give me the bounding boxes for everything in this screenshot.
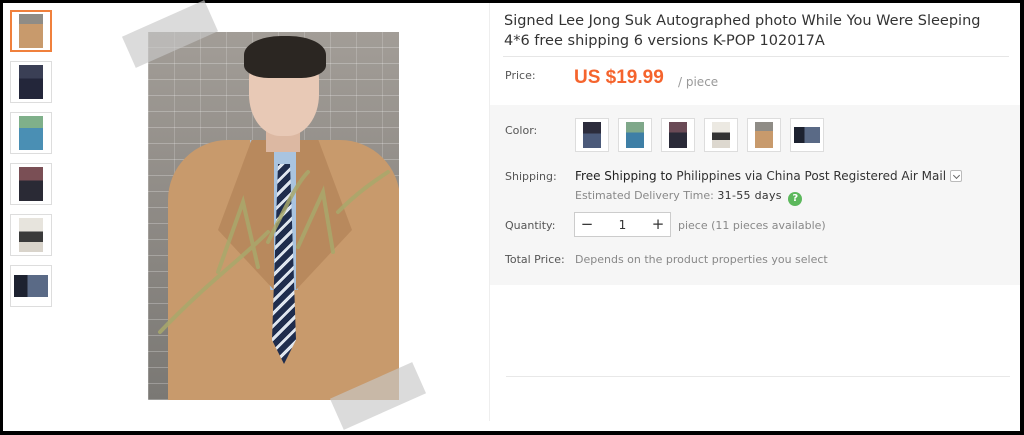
- autograph-signature: [158, 170, 390, 334]
- color-swatch-4[interactable]: [704, 118, 738, 152]
- thumbnail-5[interactable]: [10, 214, 52, 256]
- thumbnail-4[interactable]: [10, 163, 52, 205]
- decrement-button[interactable]: −: [575, 213, 599, 236]
- color-swatch-3[interactable]: [661, 118, 695, 152]
- thumbnail-6[interactable]: [10, 265, 52, 307]
- swatch-image: [755, 122, 773, 148]
- product-title: Signed Lee Jong Suk Autographed photo Wh…: [504, 13, 981, 49]
- quantity-label: Quantity:: [505, 219, 556, 232]
- color-swatch-5[interactable]: [747, 118, 781, 152]
- total-price-value: Depends on the product properties you se…: [575, 253, 828, 266]
- shipping-carrier: via China Post Registered Air Mail: [744, 169, 947, 183]
- swatch-image: [626, 122, 644, 148]
- divider: [503, 56, 1009, 57]
- product-page: Signed Lee Jong Suk Autographed photo Wh…: [3, 0, 1020, 431]
- shipping-destination[interactable]: Philippines: [676, 169, 741, 183]
- main-product-image[interactable]: [148, 32, 399, 400]
- shipping-label: Shipping:: [505, 170, 557, 183]
- thumbnail-2[interactable]: [10, 61, 52, 103]
- help-icon[interactable]: ?: [788, 192, 803, 206]
- swatch-image: [794, 127, 820, 143]
- eta-label: Estimated Delivery Time:: [575, 189, 714, 202]
- price-value: US $19.99: [574, 67, 664, 88]
- quantity-input[interactable]: 1: [599, 218, 646, 232]
- color-swatch-1[interactable]: [575, 118, 609, 152]
- swatch-image: [583, 122, 601, 148]
- color-label: Color:: [505, 124, 538, 137]
- thumbnail-image: [19, 14, 43, 48]
- price-label: Price:: [505, 69, 536, 82]
- increment-button[interactable]: +: [646, 213, 670, 236]
- quantity-stepper: − 1 +: [574, 212, 671, 237]
- shipping-method: Free Shipping to: [575, 169, 673, 183]
- color-swatch-6[interactable]: [790, 118, 824, 152]
- thumbnail-image: [14, 275, 48, 297]
- thumbnail-image: [19, 218, 43, 252]
- price-unit: / piece: [678, 75, 719, 89]
- color-swatches: [575, 118, 824, 152]
- chevron-down-icon[interactable]: [950, 170, 963, 182]
- thumbnail-3[interactable]: [10, 112, 52, 154]
- thumbnail-list: [10, 10, 54, 316]
- thumbnail-1[interactable]: [10, 10, 52, 52]
- thumbnail-image: [19, 167, 43, 201]
- shipping-line: Free Shipping to Philippines via China P…: [575, 169, 963, 183]
- swatch-image: [712, 122, 730, 148]
- swatch-image: [669, 122, 687, 148]
- eta-days: 31-55 days: [717, 189, 782, 202]
- thumbnail-image: [19, 116, 43, 150]
- quantity-availability: piece (11 pieces available): [678, 219, 826, 232]
- thumbnail-image: [19, 65, 43, 99]
- delivery-estimate: Estimated Delivery Time: 31-55 days ?: [575, 189, 803, 206]
- total-price-label: Total Price:: [505, 253, 565, 266]
- divider: [506, 376, 1010, 377]
- color-swatch-2[interactable]: [618, 118, 652, 152]
